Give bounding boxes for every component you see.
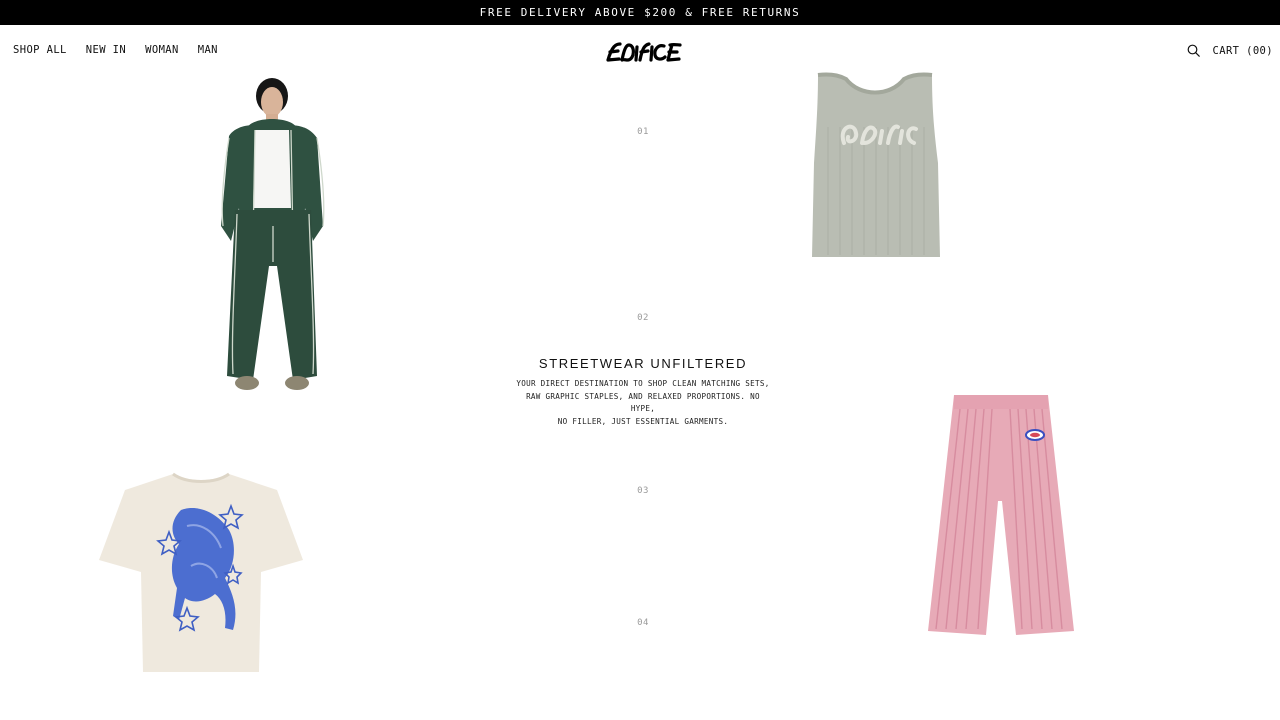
nav-woman[interactable]: WOMAN xyxy=(145,44,179,56)
product-card-tracksuit[interactable] xyxy=(205,76,340,394)
section-index-01: 01 xyxy=(637,127,649,137)
section-index-02: 02 xyxy=(637,313,649,323)
brand-logo[interactable] xyxy=(604,38,684,66)
utility-nav: CART (00) xyxy=(1187,44,1274,57)
nav-man[interactable]: MAN xyxy=(198,44,218,56)
nav-shop-all[interactable]: SHOP ALL xyxy=(13,44,67,56)
nav-new-in[interactable]: NEW IN xyxy=(86,44,126,56)
section-index-03: 03 xyxy=(637,486,649,496)
hero-description-line: YOUR DIRECT DESTINATION TO SHOP CLEAN MA… xyxy=(516,379,770,388)
main-nav: SHOP ALL NEW IN WOMAN MAN xyxy=(13,44,218,56)
tank-top-image xyxy=(812,72,940,257)
hero-description: YOUR DIRECT DESTINATION TO SHOP CLEAN MA… xyxy=(513,378,773,428)
section-index-04: 04 xyxy=(637,618,649,628)
cart-button[interactable]: CART (00) xyxy=(1213,45,1274,57)
search-icon[interactable] xyxy=(1187,44,1200,57)
hero-description-line: RAW GRAPHIC STAPLES, AND RELAXED PROPORT… xyxy=(526,391,760,414)
hero-title: STREETWEAR UNFILTERED xyxy=(538,356,748,371)
hero-description-line: NO FILLER, JUST ESSENTIAL GARMENTS. xyxy=(557,416,729,426)
product-card-graphic-tee[interactable] xyxy=(97,470,305,678)
tracksuit-image xyxy=(221,78,325,390)
striped-jeans-image xyxy=(928,395,1074,635)
logo-lettering xyxy=(606,42,682,62)
graphic-tee-image xyxy=(99,472,303,672)
product-card-striped-jeans[interactable] xyxy=(924,391,1078,641)
announcement-bar: FREE DELIVERY ABOVE $200 & FREE RETURNS xyxy=(0,0,1280,25)
product-card-tank-top[interactable] xyxy=(808,67,942,263)
announcement-text: FREE DELIVERY ABOVE $200 & FREE RETURNS xyxy=(479,6,801,19)
